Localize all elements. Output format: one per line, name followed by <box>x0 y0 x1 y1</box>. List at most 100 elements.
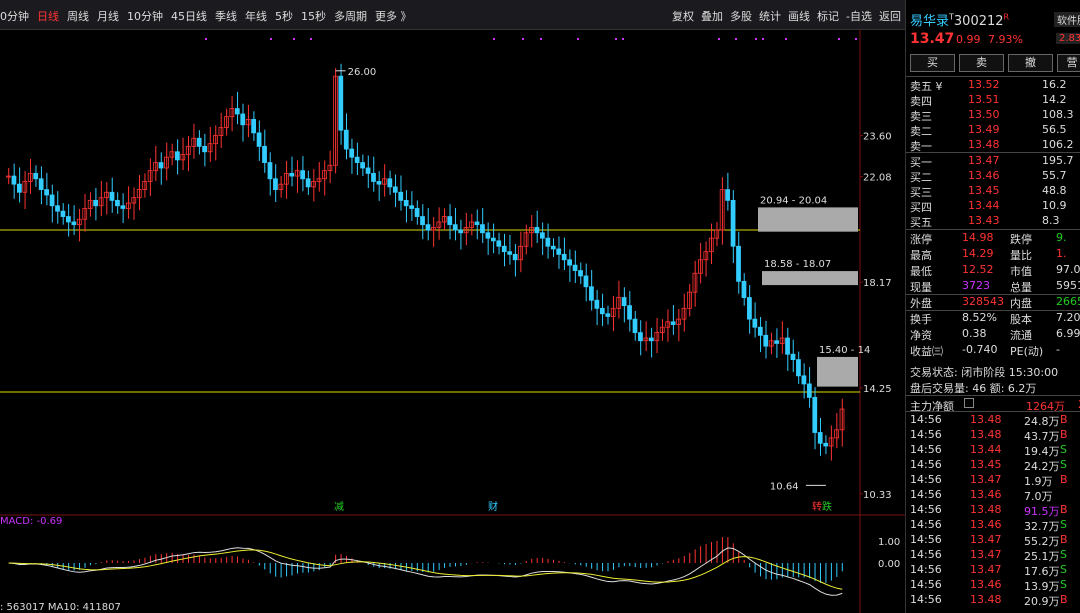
period-tab[interactable]: 0分钟 <box>0 8 29 24</box>
candle[interactable] <box>632 318 638 334</box>
event-mark[interactable]: 减 <box>334 501 344 513</box>
candle[interactable] <box>823 442 829 447</box>
candle[interactable] <box>725 189 730 201</box>
more-trade-button[interactable]: 营 <box>1057 54 1080 72</box>
orderbook-row[interactable]: 买一 13.47 195.7 <box>906 154 1080 169</box>
candle[interactable] <box>763 334 769 347</box>
period-tab[interactable]: 季线 <box>215 8 237 24</box>
kline-chart[interactable]: 23.60 22.08 18.17 14.25 10.33 20.94 - 20.04 1… <box>0 30 905 613</box>
candle[interactable] <box>289 172 295 177</box>
candle[interactable] <box>490 237 496 242</box>
candle[interactable] <box>71 221 77 226</box>
candle[interactable] <box>115 199 120 207</box>
event-mark[interactable]: 跌 <box>822 500 832 513</box>
candle[interactable] <box>485 232 491 239</box>
candle[interactable] <box>338 75 344 131</box>
flow-toggle-icon[interactable] <box>964 398 974 408</box>
candle[interactable] <box>66 216 71 223</box>
candle[interactable] <box>790 353 796 361</box>
candle[interactable] <box>49 194 55 207</box>
candle[interactable] <box>174 151 180 161</box>
candle[interactable] <box>414 208 420 217</box>
candle[interactable] <box>256 132 262 147</box>
period-tab[interactable]: 周线 <box>67 8 89 24</box>
candle[interactable] <box>387 178 393 188</box>
candle[interactable] <box>817 432 823 444</box>
event-mark[interactable]: 转 <box>812 500 822 513</box>
candle[interactable] <box>730 199 736 247</box>
tool-button[interactable]: -自选 <box>846 8 872 24</box>
candle[interactable] <box>365 167 371 174</box>
candle[interactable] <box>409 205 415 209</box>
candle[interactable] <box>796 359 801 377</box>
period-tab[interactable]: 10分钟 <box>127 8 163 24</box>
candle[interactable] <box>578 270 583 277</box>
candle[interactable] <box>638 332 643 342</box>
candle[interactable] <box>801 375 807 385</box>
candle[interactable] <box>305 178 311 188</box>
candle[interactable] <box>736 245 741 282</box>
candle[interactable] <box>55 205 60 212</box>
candle[interactable] <box>93 199 99 207</box>
candle[interactable] <box>60 210 66 217</box>
candle[interactable] <box>627 305 632 320</box>
buy-button[interactable]: 买 <box>910 54 955 72</box>
candle[interactable] <box>403 199 409 207</box>
orderbook-row[interactable]: 卖五 ¥ 13.52 16.2 <box>906 78 1080 93</box>
candle[interactable] <box>670 321 676 325</box>
candle[interactable] <box>458 229 464 234</box>
candle[interactable] <box>343 129 349 150</box>
candle[interactable] <box>621 297 627 307</box>
candle[interactable] <box>540 232 545 239</box>
candle[interactable] <box>567 259 572 266</box>
candle[interactable] <box>741 280 747 298</box>
candle[interactable] <box>11 175 17 185</box>
candle[interactable] <box>251 118 257 134</box>
period-tab[interactable]: 5秒 <box>275 8 293 24</box>
candle[interactable] <box>747 297 752 320</box>
candle[interactable] <box>349 148 355 158</box>
event-mark[interactable]: 财 <box>488 500 498 513</box>
candle[interactable] <box>398 191 404 201</box>
candle[interactable] <box>550 245 556 250</box>
candle[interactable] <box>583 275 589 288</box>
period-tab[interactable]: 更多 》 <box>375 8 412 24</box>
candle[interactable] <box>594 299 600 309</box>
candle[interactable] <box>812 397 818 433</box>
candle[interactable] <box>360 162 365 169</box>
candle[interactable] <box>556 248 562 255</box>
candle[interactable] <box>109 191 115 201</box>
orderbook-row[interactable]: 卖二 13.49 56.5 <box>906 123 1080 138</box>
candle[interactable] <box>480 224 485 234</box>
candle[interactable] <box>534 226 540 234</box>
candle[interactable] <box>425 224 431 231</box>
candle[interactable] <box>774 340 780 344</box>
orderbook-row[interactable]: 买三 13.45 48.8 <box>906 184 1080 199</box>
sell-button[interactable]: 卖 <box>959 54 1004 72</box>
candle[interactable] <box>452 224 458 231</box>
tool-button[interactable]: 多股 <box>730 8 752 24</box>
candle[interactable] <box>501 245 507 253</box>
candle[interactable] <box>757 326 763 336</box>
candle[interactable] <box>599 307 605 315</box>
candle[interactable] <box>38 178 44 190</box>
orderbook-row[interactable]: 卖四 13.51 14.2 <box>906 93 1080 108</box>
tool-button[interactable]: 统计 <box>759 8 781 24</box>
candle[interactable] <box>572 264 578 271</box>
sector-tag[interactable]: 软件服 <box>1054 12 1080 27</box>
candle[interactable] <box>196 137 202 147</box>
period-tab[interactable]: 多周期 <box>334 8 367 24</box>
candle[interactable] <box>648 337 654 342</box>
candle[interactable] <box>392 186 398 193</box>
candle[interactable] <box>267 162 273 180</box>
candle[interactable] <box>354 156 360 163</box>
candle[interactable] <box>371 172 376 182</box>
orderbook-row[interactable]: 卖一 13.48 106.2 <box>906 138 1080 153</box>
tool-button[interactable]: 返回 <box>879 8 901 24</box>
candle[interactable] <box>420 216 425 226</box>
candle[interactable] <box>120 205 126 209</box>
tool-button[interactable]: 叠加 <box>701 8 723 24</box>
candle[interactable] <box>806 383 812 398</box>
period-tab[interactable]: 日线 <box>37 8 59 24</box>
candle[interactable] <box>158 162 164 169</box>
